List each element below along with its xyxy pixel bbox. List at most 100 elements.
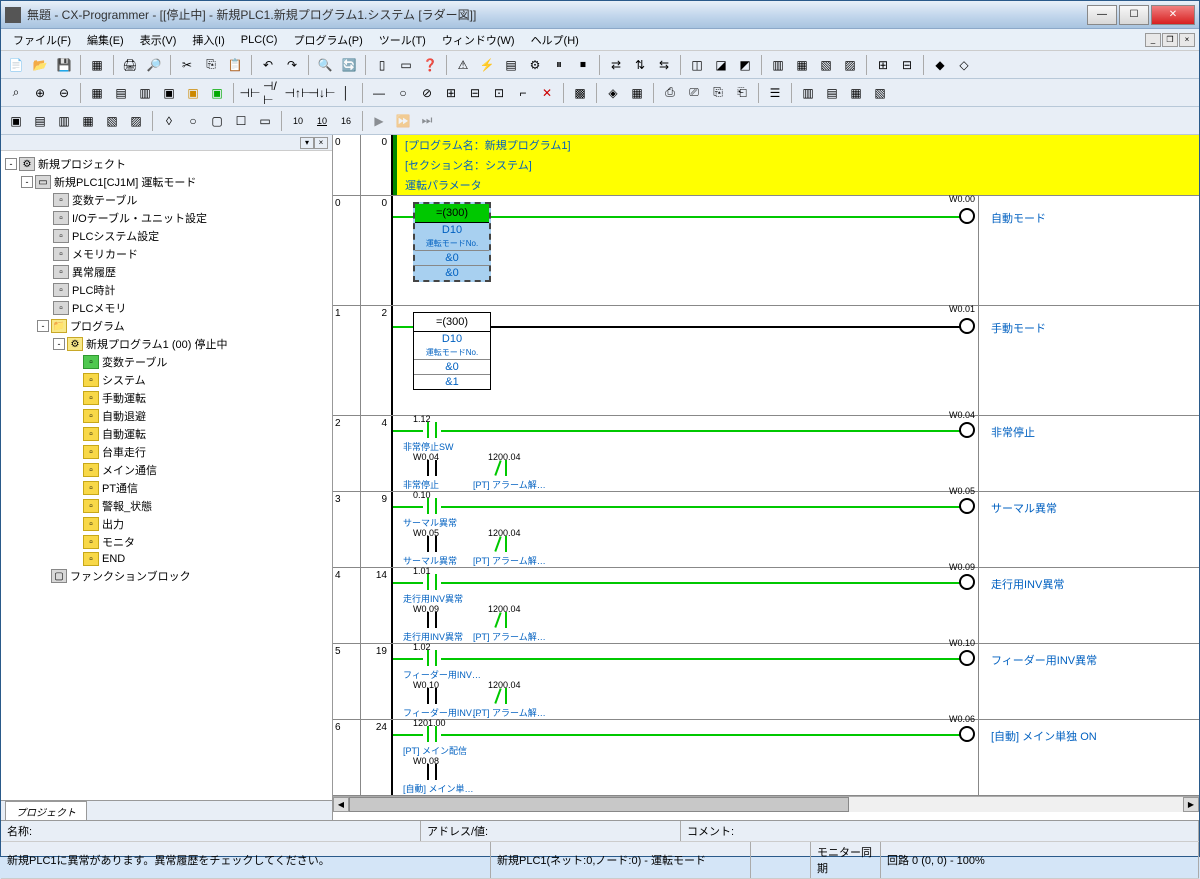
preview-icon[interactable]: 🔎 [143,54,165,76]
save-icon[interactable]: 💾 [53,54,75,76]
output-coil[interactable] [959,574,975,590]
tree-section[interactable]: システム [102,372,146,388]
tree-program-root[interactable]: プログラム [70,318,125,334]
win-c-icon[interactable]: ▥ [53,110,75,132]
contact[interactable] [423,612,441,628]
tree-item[interactable]: PLC時計 [72,282,115,298]
del-icon[interactable]: ✕ [536,82,558,104]
misc-f-icon[interactable]: ⎘ [707,82,729,104]
paste-icon[interactable]: 📋 [224,54,246,76]
plc-icon-c[interactable]: ▧ [815,54,837,76]
tool-e-icon[interactable]: ⚙ [524,54,546,76]
menu-insert[interactable]: 挿入(I) [184,30,232,50]
contact-nc[interactable] [493,536,511,552]
contact-nc-icon[interactable]: ⊣/⊢ [263,82,285,104]
project-tree[interactable]: - ⚙ 新規プロジェクト - ▭ 新規PLC1[CJ1M] 運転モード ▫変数テ… [1,151,332,800]
output-coil[interactable] [959,650,975,666]
horizontal-scrollbar[interactable]: ◀ ▶ [333,796,1199,812]
find-icon[interactable]: 🔍 [314,54,336,76]
zoom-reset-icon[interactable]: ⌕ [5,82,27,104]
scroll-left-button[interactable]: ◀ [333,797,349,812]
radix-16-icon[interactable]: 16 [335,110,357,132]
sidebar-pin-icon[interactable]: ▾ [300,137,314,149]
tree-item[interactable]: PLCシステム設定 [72,228,159,244]
grid-icon[interactable]: ▦ [86,82,108,104]
transfer-c-icon[interactable]: ⇆ [653,54,675,76]
tree-section[interactable]: 変数テーブル [102,354,167,370]
contact[interactable] [423,498,441,514]
contact[interactable] [423,650,441,666]
tree-item[interactable]: I/Oテーブル・ユニット設定 [72,210,207,226]
sidebar-close-button[interactable]: × [314,137,328,149]
view-d-icon[interactable]: ▣ [182,82,204,104]
ladder-editor[interactable]: 00[プログラム名：新規プログラム1][セクション名：システム]運転パラメータ0… [333,135,1199,820]
tree-plc[interactable]: 新規PLC1[CJ1M] 運転モード [54,174,196,190]
menu-program[interactable]: プログラム(P) [285,30,370,50]
contact[interactable] [423,688,441,704]
func-a-icon[interactable]: ⊞ [440,82,462,104]
menu-plc[interactable]: PLC(C) [233,32,286,48]
output-coil[interactable] [959,498,975,514]
misc-a-icon[interactable]: ▩ [569,82,591,104]
output-coil[interactable] [959,422,975,438]
contact-n-icon[interactable]: ⊣↓⊢ [311,82,333,104]
tree-section[interactable]: 出力 [102,516,124,532]
contact-nc[interactable] [493,460,511,476]
plc-icon-d[interactable]: ▨ [839,54,861,76]
tree-section[interactable]: 自動運転 [102,426,146,442]
misc-h-icon[interactable]: ☰ [764,82,786,104]
tree-section[interactable]: END [102,553,125,565]
view-b-icon[interactable]: ▥ [134,82,156,104]
misc-g-icon[interactable]: ⎗ [731,82,753,104]
view-c-icon[interactable]: ▣ [158,82,180,104]
tree-item[interactable]: 異常履歴 [72,264,116,280]
contact[interactable] [423,764,441,780]
replace-icon[interactable]: 🔄 [338,54,360,76]
tree-section[interactable]: 台車走行 [102,444,146,460]
menu-window[interactable]: ウィンドウ(W) [434,30,523,50]
win-j-icon[interactable]: ☐ [230,110,252,132]
print-icon[interactable]: 🖨 [119,54,141,76]
view-a-icon[interactable]: ▤ [110,82,132,104]
menu-edit[interactable]: 編集(E) [79,30,132,50]
win-f-icon[interactable]: ▨ [125,110,147,132]
tree-program[interactable]: 新規プログラム1 (00) 停止中 [86,336,227,352]
contact[interactable] [423,422,441,438]
vert-line-icon[interactable]: │ [335,82,357,104]
tree-root[interactable]: 新規プロジェクト [38,156,126,172]
tree-section[interactable]: 警報_状態 [102,498,152,514]
misc-l-icon[interactable]: ▧ [869,82,891,104]
zoom-in-icon[interactable]: ⊕ [29,82,51,104]
plc-icon-a[interactable]: ▥ [767,54,789,76]
misc-e-icon[interactable]: ⎚ [683,82,705,104]
contact[interactable] [423,726,441,742]
tree-item[interactable]: メモリカード [72,246,138,262]
tree-section[interactable]: モニタ [102,534,135,550]
contact-nc[interactable] [493,612,511,628]
tree-fb[interactable]: ファンクションブロック [70,568,191,584]
mdi-minimize-button[interactable]: _ [1145,33,1161,47]
copy-icon[interactable]: ⎘ [200,54,222,76]
tool-k-icon[interactable]: ⊞ [872,54,894,76]
scroll-thumb[interactable] [349,797,849,812]
win-k-icon[interactable]: ▭ [254,110,276,132]
minimize-button[interactable]: — [1087,5,1117,25]
win-g-icon[interactable]: ◊ [158,110,180,132]
run-b-icon[interactable]: ⏩ [392,110,414,132]
tree-section[interactable]: 自動退避 [102,408,146,424]
contact-nc[interactable] [493,688,511,704]
zoom-out-icon[interactable]: ⊖ [53,82,75,104]
win-e-icon[interactable]: ▧ [101,110,123,132]
misc-k-icon[interactable]: ▦ [845,82,867,104]
win-h-icon[interactable]: ○ [182,110,204,132]
run-c-icon[interactable]: ⏭ [416,110,438,132]
maximize-button[interactable]: ☐ [1119,5,1149,25]
output-coil[interactable] [959,318,975,334]
open-icon[interactable]: 📂 [29,54,51,76]
tool-j-icon[interactable]: ◩ [734,54,756,76]
tree-collapse-icon[interactable]: - [21,176,33,188]
tool-n-icon[interactable]: ◇ [953,54,975,76]
tool-l-icon[interactable]: ⊟ [896,54,918,76]
contact-no-icon[interactable]: ⊣⊢ [239,82,261,104]
contact[interactable] [423,460,441,476]
